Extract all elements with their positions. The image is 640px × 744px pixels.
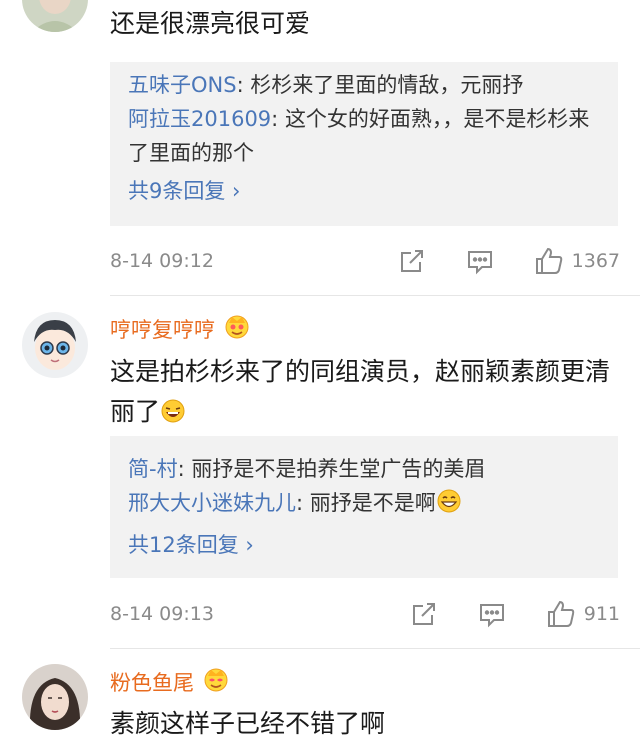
reply-username[interactable]: 邢大大小迷妹九儿 bbox=[128, 491, 296, 515]
reply-line[interactable]: 五味子ONS: 杉杉来了里面的情敌，元丽抒 bbox=[110, 68, 618, 102]
share-icon[interactable] bbox=[410, 600, 438, 628]
timestamp: 8-14 09:13 bbox=[110, 603, 214, 625]
reply-username[interactable]: 五味子ONS bbox=[128, 73, 237, 97]
comment-text: 素颜这样子已经不错了啊 bbox=[110, 709, 386, 738]
reply-line[interactable]: 简-村: 丽抒是不是拍养生堂广告的美眉 bbox=[110, 452, 618, 486]
more-replies-link[interactable]: 共12条回复 › bbox=[110, 528, 618, 562]
comment-meta: 8-14 09:12 1367 bbox=[110, 244, 620, 278]
comment-icon[interactable] bbox=[466, 247, 494, 275]
comment-icon[interactable] bbox=[478, 600, 506, 628]
username[interactable]: 哼哼复哼哼 bbox=[110, 313, 251, 347]
reply-line[interactable]: 阿拉玉201609: 这个女的好面熟，，是不是杉杉来了里面的那个 bbox=[110, 102, 618, 170]
reply-text: 丽抒是不是拍养生堂广告的美眉 bbox=[191, 457, 486, 481]
comment-actions: 1367 bbox=[398, 244, 620, 278]
comment-text: 还是很漂亮很可爱 bbox=[110, 9, 311, 38]
grinning-emoji-icon bbox=[436, 488, 462, 524]
avatar[interactable] bbox=[22, 312, 88, 378]
reply-username[interactable]: 简-村 bbox=[128, 457, 178, 481]
reply-text: 杉杉来了里面的情敌，元丽抒 bbox=[250, 73, 524, 97]
timestamp: 8-14 09:12 bbox=[110, 250, 214, 272]
like-button[interactable]: 911 bbox=[546, 599, 620, 629]
crown-badge-icon bbox=[202, 666, 230, 700]
reply-box[interactable]: 简-村: 丽抒是不是拍养生堂广告的美眉 邢大大小迷妹九儿: 丽抒是不是啊 共12… bbox=[110, 436, 618, 578]
reply-username[interactable]: 阿拉玉201609 bbox=[128, 107, 271, 131]
more-replies-link[interactable]: 共9条回复 › bbox=[110, 174, 618, 208]
like-button[interactable]: 1367 bbox=[534, 246, 620, 276]
reply-line[interactable]: 邢大大小迷妹九儿: 丽抒是不是啊 bbox=[110, 486, 618, 524]
comment-meta: 8-14 09:13 911 bbox=[110, 597, 620, 631]
laughing-emoji-icon bbox=[160, 396, 186, 436]
divider bbox=[110, 295, 640, 296]
comment-actions: 911 bbox=[410, 597, 620, 631]
reply-text: 丽抒是不是啊 bbox=[309, 491, 436, 515]
like-count: 1367 bbox=[571, 250, 620, 272]
reply-box[interactable]: 五味子ONS: 杉杉来了里面的情敌，元丽抒 阿拉玉201609: 这个女的好面熟… bbox=[110, 62, 618, 226]
thumbs-up-icon bbox=[535, 247, 562, 274]
crown-badge-icon bbox=[223, 313, 251, 347]
share-icon[interactable] bbox=[398, 247, 426, 275]
username[interactable]: 粉色鱼尾 bbox=[110, 666, 230, 700]
comment-text: 这是拍杉杉来了的同组演员，赵丽颖素颜更清丽了 bbox=[110, 352, 616, 436]
like-count: 911 bbox=[583, 603, 620, 625]
divider bbox=[110, 648, 640, 649]
avatar[interactable] bbox=[22, 0, 88, 32]
thumbs-up-icon bbox=[547, 600, 574, 627]
avatar[interactable] bbox=[22, 664, 88, 730]
